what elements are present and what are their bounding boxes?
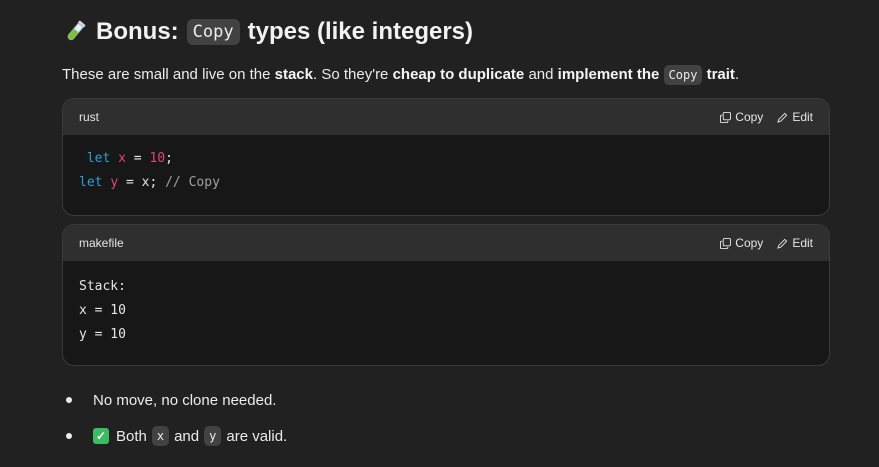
pencil-icon <box>777 238 788 249</box>
bullet-dot <box>66 433 72 439</box>
code-block-header: makefile Copy Edit <box>63 225 829 261</box>
intro-text: and <box>524 66 558 83</box>
bullet-dot <box>66 397 72 403</box>
inline-code: x <box>151 426 170 446</box>
heading-prefix: Bonus: <box>96 18 179 45</box>
section-heading: Bonus: Copy types (like integers) <box>62 18 473 46</box>
code-keyword: let <box>79 175 103 190</box>
code-line: y = 10 <box>79 327 126 342</box>
code-block-header: rust Copy Edit <box>63 99 829 135</box>
intro-bold-implement: implement the <box>557 66 660 83</box>
code-line: let x = 10; <box>79 147 813 171</box>
code-comment: // Copy <box>165 175 220 190</box>
code-identifier: x <box>118 151 126 166</box>
intro-text: . So they're <box>313 66 393 83</box>
copy-label: Copy <box>735 236 764 250</box>
code-number: 10 <box>149 151 166 166</box>
list-item-text: No move, no clone needed. <box>93 391 277 409</box>
heading-suffix: types (like integers) <box>247 18 474 45</box>
code-block-rust: rust Copy Edit let x = 10; let y = x; //… <box>62 98 830 216</box>
code-text: ; <box>165 151 173 166</box>
edit-label: Edit <box>792 236 813 250</box>
intro-paragraph: These are small and live on the stack. S… <box>62 65 740 85</box>
code-body: Stack: x = 10 y = 10 <box>63 261 829 365</box>
intro-bold-trait: trait <box>706 66 735 83</box>
intro-text: . <box>734 66 740 83</box>
edit-code-button[interactable]: Edit <box>777 110 813 124</box>
code-body: let x = 10; let y = x; // Copy <box>63 135 829 215</box>
intro-inline-code: Copy <box>663 65 703 85</box>
code-operator: = <box>118 175 142 190</box>
code-line: let y = x; // Copy <box>79 171 813 195</box>
copy-icon <box>720 237 732 249</box>
test-tube-icon <box>62 19 88 45</box>
copy-label: Copy <box>735 110 764 124</box>
heading-inline-code: Copy <box>186 19 240 45</box>
list-item-text: Both <box>116 427 147 445</box>
list-item: No move, no clone needed. <box>66 388 287 412</box>
copy-code-button[interactable]: Copy <box>720 110 763 124</box>
code-block-makefile: makefile Copy Edit Stack: x = 10 y = 10 <box>62 224 830 366</box>
code-language-label: makefile <box>79 236 124 250</box>
code-line: Stack: <box>79 279 126 294</box>
list-item-text: and <box>174 427 200 445</box>
list-item-text: are valid. <box>226 427 288 445</box>
code-language-label: rust <box>79 110 100 124</box>
inline-code: y <box>204 426 222 446</box>
intro-bold-stack: stack <box>274 66 313 83</box>
intro-text: These are small and live on the <box>62 66 275 83</box>
copy-code-button[interactable]: Copy <box>720 236 763 250</box>
code-line: x = 10 <box>79 303 126 318</box>
edit-code-button[interactable]: Edit <box>777 236 813 250</box>
code-keyword: let <box>86 151 111 166</box>
bullet-list: No move, no clone needed. ✓ Both x and y… <box>66 388 287 460</box>
pencil-icon <box>777 112 788 123</box>
list-item: ✓ Both x and y are valid. <box>66 424 287 448</box>
code-operator: = <box>125 151 150 166</box>
edit-label: Edit <box>792 110 813 124</box>
copy-icon <box>720 111 732 123</box>
code-text: x; <box>141 175 166 190</box>
check-mark-icon: ✓ <box>93 428 109 444</box>
code-identifier: y <box>110 175 119 190</box>
intro-bold-cheap: cheap to duplicate <box>392 66 525 83</box>
